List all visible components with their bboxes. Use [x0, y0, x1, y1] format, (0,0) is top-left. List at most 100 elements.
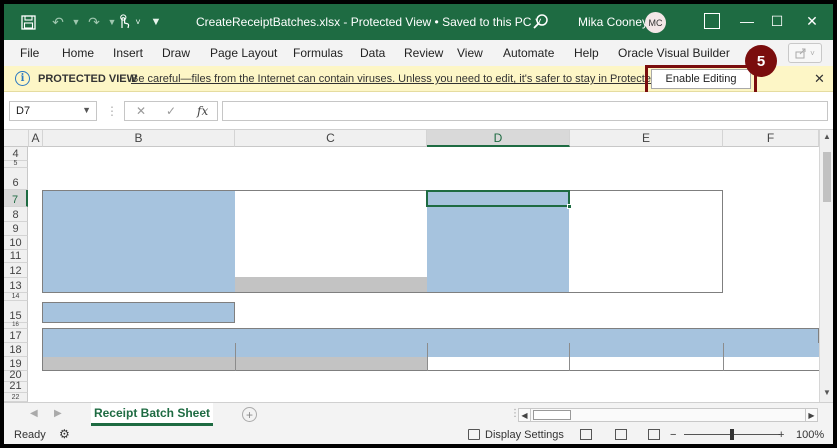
zoom-level[interactable]: 100%	[796, 429, 824, 441]
header-block-c-bottom[interactable]	[235, 277, 427, 292]
cancel-icon[interactable]: ✕	[136, 104, 146, 118]
scroll-thumb[interactable]	[823, 152, 831, 202]
undo-icon[interactable]: ↶	[48, 12, 68, 32]
row-header-9[interactable]: 9	[4, 222, 28, 236]
tab-data[interactable]: Data	[360, 46, 385, 60]
row-header-7[interactable]: 7	[4, 190, 28, 207]
cell-b15[interactable]	[42, 302, 235, 323]
close-icon[interactable]: ✕	[814, 71, 825, 87]
row-header-6[interactable]: 6	[4, 168, 28, 190]
active-cell-d7[interactable]	[426, 190, 570, 207]
zoom-out-button[interactable]: −	[670, 429, 676, 441]
row-header-10[interactable]: 10	[4, 236, 28, 250]
row-header-4[interactable]: 4	[4, 147, 28, 161]
sheet-tab-receipt-batch[interactable]: Receipt Batch Sheet	[91, 403, 213, 426]
row-header-12[interactable]: 12	[4, 263, 28, 278]
tab-page-layout[interactable]: Page Layout	[210, 46, 277, 60]
tab-review[interactable]: Review	[404, 46, 443, 60]
tab-draw[interactable]: Draw	[162, 46, 190, 60]
zoom-in-button[interactable]: +	[778, 429, 784, 441]
user-name[interactable]: Mika Cooney	[578, 15, 648, 29]
prev-sheet-icon[interactable]: ◀	[30, 408, 38, 419]
tab-oracle-visual-builder[interactable]: Oracle Visual Builder	[618, 46, 730, 60]
share-dropdown-icon: ˅	[810, 48, 815, 58]
table-row-18[interactable]	[42, 343, 819, 357]
divider	[723, 357, 724, 371]
zoom-slider-thumb[interactable]	[730, 429, 734, 440]
avatar[interactable]: MC	[645, 12, 666, 33]
scroll-left-icon[interactable]: ◀	[519, 409, 531, 421]
display-settings-label[interactable]: Display Settings	[485, 429, 564, 441]
enter-icon[interactable]: ✓	[166, 104, 176, 118]
formula-buttons: ✕ ✓ fx	[124, 101, 218, 121]
sheet-tab-bar: ◀ ▶ Receipt Batch Sheet + ⋮ ◀ ▶	[4, 402, 833, 426]
share-button[interactable]: ˅	[788, 43, 822, 63]
column-header-b[interactable]: B	[43, 130, 235, 147]
status-bar: Ready ⚙ Display Settings − + 100%	[4, 426, 833, 444]
scroll-right-icon[interactable]: ▶	[805, 409, 817, 421]
row-header-21[interactable]: 21	[4, 381, 28, 393]
tab-formulas[interactable]: Formulas	[293, 46, 343, 60]
tab-home[interactable]: Home	[62, 46, 94, 60]
worksheet-grid[interactable]: A B C D E F 4 5 6 7 8 9 10 11 12 13 14 1…	[4, 130, 819, 402]
undo-dropdown-icon[interactable]: ▼	[66, 12, 86, 32]
hscroll-thumb[interactable]	[533, 410, 571, 420]
column-header-d[interactable]: D	[427, 130, 570, 147]
chevron-down-icon[interactable]: ▼	[82, 105, 91, 115]
page-break-view-icon[interactable]	[648, 429, 660, 440]
tab-help[interactable]: Help	[574, 46, 599, 60]
row-header-13[interactable]: 13	[4, 278, 28, 293]
scroll-up-icon[interactable]: ▲	[823, 132, 831, 141]
row-header-14[interactable]: 14	[4, 293, 28, 301]
row-header-17[interactable]: 17	[4, 329, 28, 343]
row-header-15[interactable]: 15	[4, 301, 28, 323]
name-box[interactable]: D7 ▼	[9, 101, 97, 121]
protected-view-message[interactable]: Be careful—files from the Internet can c…	[131, 73, 686, 85]
formula-bar: D7 ▼ ⋮ ✕ ✓ fx	[4, 92, 833, 130]
accessibility-icon[interactable]: ⚙	[59, 427, 70, 441]
maximize-button[interactable]: ☐	[764, 10, 790, 32]
column-header-a[interactable]: A	[29, 130, 43, 147]
formula-input[interactable]	[222, 101, 828, 121]
search-icon[interactable]	[532, 13, 550, 31]
tab-automate[interactable]: Automate	[503, 46, 554, 60]
table-header-row-17[interactable]	[42, 328, 819, 344]
next-sheet-icon[interactable]: ▶	[54, 408, 62, 419]
customize-qat-icon[interactable]: ▼	[146, 12, 166, 32]
add-sheet-icon[interactable]: +	[242, 407, 257, 422]
tab-file[interactable]: File	[20, 46, 39, 60]
row-header-8[interactable]: 8	[4, 207, 28, 222]
tab-insert[interactable]: Insert	[113, 46, 143, 60]
scroll-down-icon[interactable]: ▼	[823, 388, 831, 397]
column-header-f[interactable]: F	[723, 130, 819, 147]
column-header-c[interactable]: C	[235, 130, 427, 147]
share-icon	[795, 48, 806, 59]
window-title[interactable]: CreateReceiptBatches.xlsx - Protected Vi…	[196, 15, 542, 29]
row-header-5[interactable]: 5	[4, 160, 28, 168]
minimize-button[interactable]: —	[734, 10, 760, 32]
column-header-e[interactable]: E	[570, 130, 723, 147]
close-button[interactable]: ✕	[799, 10, 825, 32]
redo-icon[interactable]: ↷	[84, 12, 104, 32]
row-header-18[interactable]: 18	[4, 343, 28, 357]
formula-bar-grip-icon[interactable]: ⋮	[106, 104, 118, 118]
table-row-19-white[interactable]	[428, 357, 819, 371]
step-badge: 5	[745, 45, 777, 77]
save-icon[interactable]	[18, 12, 38, 32]
fill-handle[interactable]	[567, 204, 572, 209]
touch-dropdown-icon[interactable]: ˅	[128, 12, 148, 32]
header-block-b[interactable]	[43, 191, 235, 292]
row-header-11[interactable]: 11	[4, 250, 28, 263]
display-settings-icon[interactable]	[468, 429, 480, 440]
normal-view-icon[interactable]	[580, 429, 592, 440]
horizontal-scrollbar[interactable]: ◀ ▶	[518, 408, 818, 422]
row-header-22[interactable]: 22	[4, 393, 28, 402]
insert-function-icon[interactable]: fx	[197, 104, 208, 118]
ribbon-display-icon[interactable]	[704, 13, 720, 29]
page-layout-view-icon[interactable]	[615, 429, 627, 440]
tab-view[interactable]: View	[457, 46, 483, 60]
vertical-scrollbar[interactable]: ▲ ▼	[819, 130, 833, 402]
title-bar: ↶ ▼ ↷ ▼ ˅ ▼ CreateReceiptBatches.xlsx - …	[4, 4, 833, 40]
select-all-corner[interactable]	[4, 130, 29, 147]
excel-window: ↶ ▼ ↷ ▼ ˅ ▼ CreateReceiptBatches.xlsx - …	[4, 4, 833, 444]
